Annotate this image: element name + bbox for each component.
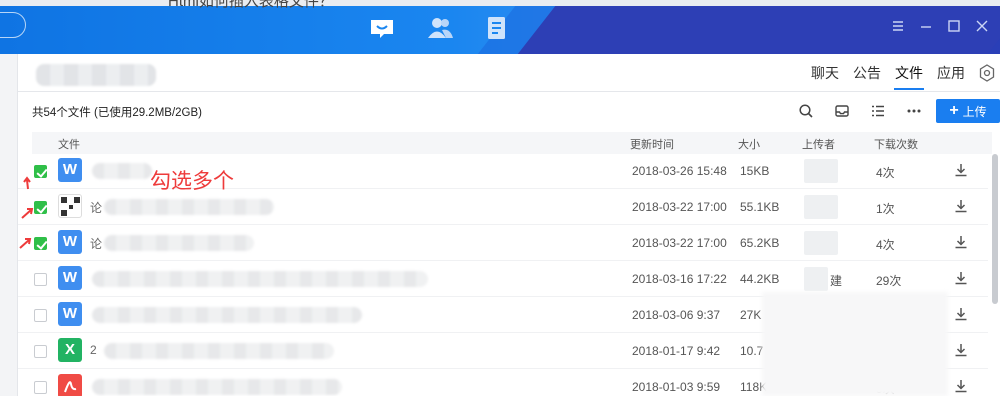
file-name-prefix: 2 [90,343,97,357]
tab-chat[interactable]: 聊天 [804,54,846,92]
upload-button[interactable]: + 上传 [936,99,1000,123]
more-icon[interactable] [906,103,922,119]
pdf-file-icon [58,374,82,396]
file-name-prefix: 论 [90,237,103,251]
row-checkbox[interactable] [34,345,47,358]
download-icon[interactable] [954,235,968,249]
col-size[interactable]: 大小 [738,136,760,152]
updated-time: 2018-03-16 17:22 [632,272,727,286]
file-name-redacted [104,199,274,215]
updated-time: 2018-03-22 17:00 [632,236,727,250]
row-checkbox[interactable] [34,381,47,394]
file-name-redacted [104,343,334,359]
maximize-icon[interactable] [946,18,962,34]
search-icon[interactable] [798,103,814,119]
list-view-icon[interactable] [870,103,886,119]
download-icon[interactable] [954,343,968,357]
arrow-annotation-icon [21,208,34,219]
upload-label: 上传 [962,104,987,119]
search-pill[interactable] [0,12,26,38]
minimize-icon[interactable] [918,18,934,34]
download-count: 1次 [876,202,895,216]
uploader-redacted [804,267,828,291]
row-checkbox[interactable] [34,237,47,250]
redacted-region [762,292,948,396]
file-size: 55.1KB [740,200,780,214]
file-size: 65.2KB [740,236,780,250]
uploader-redacted [804,195,838,219]
annotation-text: 勾选多个 [150,170,234,193]
file-size: 15KB [740,164,770,178]
tab-files[interactable]: 文件 [888,54,930,92]
file-size: 27K [740,308,762,322]
download-count: 4次 [876,166,895,180]
word-file-icon: W [58,230,82,254]
file-name-redacted [92,163,152,179]
file-name-redacted [92,307,362,323]
download-icon[interactable] [954,199,968,213]
word-file-icon: W [58,266,82,290]
close-icon[interactable] [974,18,990,34]
uploader-redacted [804,159,838,183]
top-strip [0,0,1000,6]
table-row[interactable]: W 论 2018-03-22 17:00 65.2KB 4次 [18,225,988,261]
cut-off-heading: Html如何插入表格文件？ [168,0,334,10]
arrow-annotation-icon [19,238,32,249]
download-icon[interactable] [954,163,968,177]
row-checkbox[interactable] [34,309,47,322]
uploader-suffix: 建 [830,274,843,288]
updated-time: 2018-03-06 9:37 [632,308,721,322]
group-name-redacted [36,64,156,86]
title-bar [0,0,1000,54]
uploader-redacted [804,231,838,255]
col-uploader[interactable]: 上传者 [802,136,835,152]
storage-summary: 共54个文件 (已使用29.2MB/2GB) [32,107,202,119]
pdf-glyph-icon [64,381,77,393]
file-size: 10.7 [740,344,764,358]
chat-icon[interactable] [368,14,396,42]
file-name-prefix: 论 [90,201,103,215]
settings-icon[interactable] [978,64,996,82]
file-toolbar: + 上传 [788,98,1000,124]
download-count: 29次 [876,274,902,288]
table-header: 文件 更新时间 大小 上传者 下载次数 [32,132,992,154]
scrollbar[interactable] [992,154,998,304]
updated-time: 2018-03-22 17:00 [632,200,727,214]
download-icon[interactable] [954,271,968,285]
file-size: 44.2KB [740,272,780,286]
plus-icon: + [949,102,959,119]
word-file-icon: W [58,302,82,326]
col-downloads[interactable]: 下载次数 [874,136,918,152]
menu-icon[interactable] [890,18,906,34]
updated-time: 2018-01-17 9:42 [632,344,721,358]
side-rail [0,54,18,396]
tab-announcement[interactable]: 公告 [846,54,888,92]
document-icon[interactable] [484,14,512,42]
excel-file-icon: X [58,338,82,362]
arrow-annotation-icon [23,176,31,190]
row-checkbox[interactable] [34,201,47,214]
tab-bar: 聊天 公告 文件 应用 [804,54,1000,92]
tab-apps[interactable]: 应用 [930,54,972,92]
word-file-icon: W [58,158,82,182]
qr-image-icon [58,194,82,218]
download-icon[interactable] [954,307,968,321]
download-icon[interactable] [954,379,968,393]
updated-time: 2018-01-03 9:59 [632,380,721,394]
file-name-redacted [92,379,342,395]
col-updated[interactable]: 更新时间 [630,136,674,152]
row-checkbox[interactable] [34,165,47,178]
inbox-icon[interactable] [834,103,850,119]
contacts-icon[interactable] [426,14,454,42]
file-manager-window: Html如何插入表格文件？ 聊天 公告 文件 应用 共54个文件 (已使用29.… [0,0,1000,396]
row-checkbox[interactable] [34,273,47,286]
file-name-redacted [104,235,254,251]
updated-time: 2018-03-26 15:48 [632,164,727,178]
group-header: 聊天 公告 文件 应用 [18,54,1000,92]
file-name-redacted [92,271,428,287]
col-file[interactable]: 文件 [58,136,80,152]
download-count: 4次 [876,238,895,252]
